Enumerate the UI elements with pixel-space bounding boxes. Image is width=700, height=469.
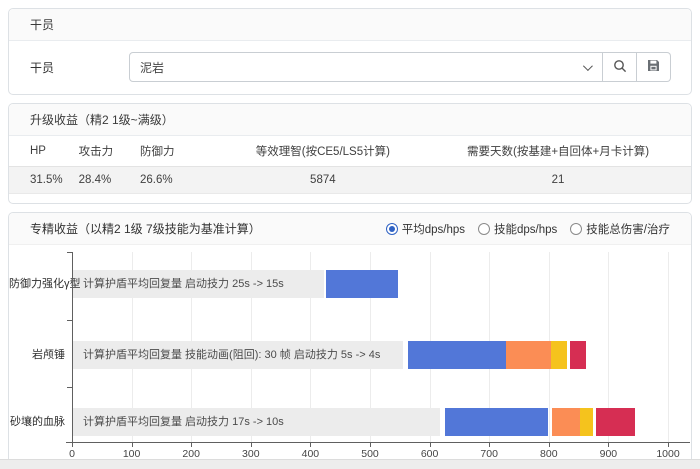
radio-icon xyxy=(570,223,582,235)
upgrade-value-cell: 28.4% xyxy=(71,167,132,194)
upgrade-col-header: 需要天数(按基建+自回体+月卡计算) xyxy=(425,136,691,167)
chart-bar-segment[interactable] xyxy=(445,408,548,436)
chart-axis-tick xyxy=(430,443,431,447)
mastery-card-header: 专精收益（以精2 1级 7级技能为基准计算） 平均dps/hps 技能dps/hp… xyxy=(9,213,691,245)
chart-annotation: 计算护盾平均回复量 启动技力 25s -> 15s xyxy=(83,270,284,298)
upgrade-value-cell: 5874 xyxy=(221,167,426,194)
operator-select[interactable]: 泥岩 xyxy=(129,52,603,82)
chart-row-label: 砂壤的血脉 xyxy=(9,408,65,436)
upgrade-table: HP攻击力防御力等效理智(按CE5/LS5计算)需要天数(按基建+自回体+月卡计… xyxy=(9,136,691,194)
next-section-edge xyxy=(0,459,700,469)
radio-icon xyxy=(478,223,490,235)
upgrade-value-cell: 21 xyxy=(425,167,691,194)
chart-axis-tick xyxy=(67,252,72,253)
chart-axis-tick xyxy=(549,443,550,447)
radio-icon xyxy=(386,223,398,235)
chart-annotation: 计算护盾平均回复量 启动技力 17s -> 10s xyxy=(83,408,284,436)
chart-row-label: 岩颅锤 xyxy=(9,341,65,369)
chart-bar-segment[interactable] xyxy=(326,270,398,298)
radio-option-0[interactable]: 平均dps/hps xyxy=(386,221,465,237)
chart-axis-tick xyxy=(67,320,72,321)
chart-bar-segment[interactable] xyxy=(570,341,587,369)
operator-card-header: 干员 xyxy=(9,9,691,41)
chart-axis-tick xyxy=(191,443,192,447)
operator-card: 干员 干员 泥岩 xyxy=(8,8,692,95)
chart-axis-tick xyxy=(72,443,73,447)
chart-bar-segment[interactable] xyxy=(506,341,551,369)
search-icon xyxy=(613,59,627,76)
chart-axis-tick xyxy=(67,387,72,388)
table-row: 31.5%28.4%26.6%587421 xyxy=(9,167,691,194)
chart-bar-segment[interactable] xyxy=(551,341,567,369)
chevron-down-icon xyxy=(583,61,593,71)
operator-field-label: 干员 xyxy=(30,59,129,76)
upgrade-card-header: 升级收益（精2 1级~满级） xyxy=(9,104,691,136)
upgrade-col-header: 等效理智(按CE5/LS5计算) xyxy=(221,136,426,167)
chart-annotation: 计算护盾平均回复量 技能动画(阻回): 30 帧 启动技力 5s -> 4s xyxy=(83,341,380,369)
chart-axis-tick xyxy=(370,443,371,447)
upgrade-col-header: 防御力 xyxy=(132,136,221,167)
chart-bar-segment[interactable] xyxy=(408,341,506,369)
chart-axis-tick xyxy=(251,443,252,447)
operator-select-value: 泥岩 xyxy=(140,59,583,76)
upgrade-card-title: 升级收益（精2 1级~满级） xyxy=(30,113,174,127)
upgrade-col-header: 攻击力 xyxy=(71,136,132,167)
radio-label: 技能dps/hps xyxy=(494,221,557,237)
dps-mode-radio-group: 平均dps/hps 技能dps/hps 技能总伤害/治疗 xyxy=(386,221,670,237)
upgrade-value-cell: 31.5% xyxy=(9,167,71,194)
mastery-card: 专精收益（以精2 1级 7级技能为基准计算） 平均dps/hps 技能dps/hp… xyxy=(8,212,692,469)
upgrade-table-header-row: HP攻击力防御力等效理智(按CE5/LS5计算)需要天数(按基建+自回体+月卡计… xyxy=(9,136,691,167)
chart-bar-segment[interactable] xyxy=(552,408,580,436)
chart-axis-tick xyxy=(310,443,311,447)
upgrade-card: 升级收益（精2 1级~满级） HP攻击力防御力等效理智(按CE5/LS5计算)需… xyxy=(8,103,692,204)
chart-grid-line xyxy=(668,252,669,442)
chart-axis-tick xyxy=(668,443,669,447)
search-button[interactable] xyxy=(603,52,637,82)
chart-axis-tick xyxy=(132,443,133,447)
radio-option-1[interactable]: 技能dps/hps xyxy=(478,221,557,237)
chart-x-axis xyxy=(66,442,690,443)
chart-bar-segment[interactable] xyxy=(580,408,593,436)
radio-option-2[interactable]: 技能总伤害/治疗 xyxy=(570,221,670,237)
upgrade-col-header: HP xyxy=(9,136,71,167)
mastery-bar-chart: 计算护盾平均回复量 启动技力 25s -> 15s 防御力强化γ型计算护盾平均回复… xyxy=(9,245,691,469)
operator-card-title: 干员 xyxy=(30,18,54,32)
radio-label: 技能总伤害/治疗 xyxy=(586,221,670,237)
chart-axis-tick xyxy=(489,443,490,447)
save-icon xyxy=(647,59,660,75)
chart-row-label: 防御力强化γ型 xyxy=(9,270,65,298)
upgrade-value-cell: 26.6% xyxy=(132,167,221,194)
chart-axis-tick xyxy=(608,443,609,447)
chart-y-axis xyxy=(72,252,73,442)
chart-bar-segment[interactable] xyxy=(596,408,634,436)
operator-form: 干员 泥岩 xyxy=(9,41,691,94)
mastery-card-title: 专精收益（以精2 1级 7级技能为基准计算） xyxy=(30,220,261,237)
radio-label: 平均dps/hps xyxy=(402,221,465,237)
save-button[interactable] xyxy=(637,52,671,82)
